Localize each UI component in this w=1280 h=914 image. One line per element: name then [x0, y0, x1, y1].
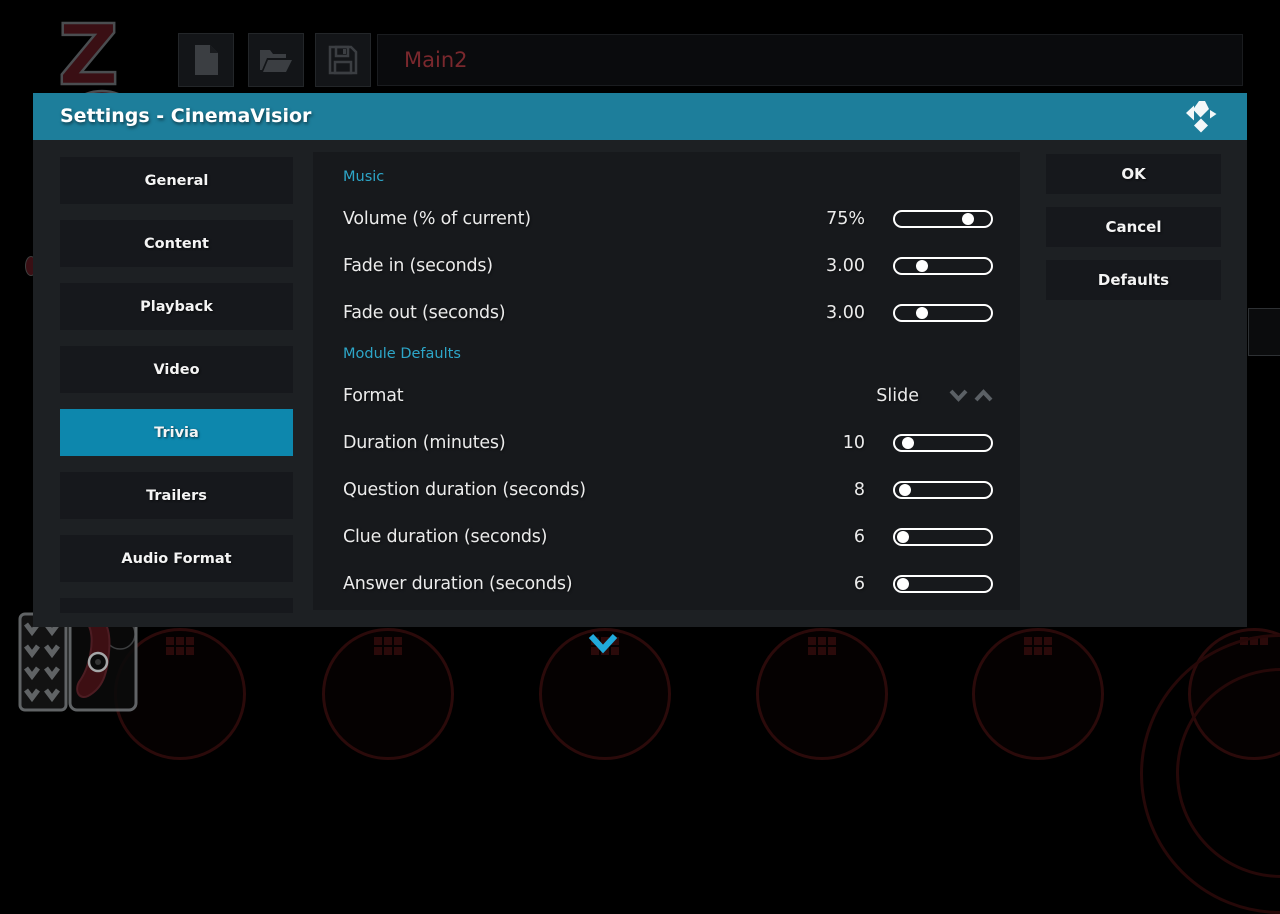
kodi-logo-icon: [1185, 100, 1221, 134]
fade-out-slider[interactable]: [893, 304, 993, 322]
film-reel-decoration: [756, 628, 888, 760]
fade-in-slider[interactable]: [893, 257, 993, 275]
open-folder-icon: [259, 46, 293, 74]
film-strip-decoration: [8, 612, 178, 720]
save-button-toolbar[interactable]: [315, 33, 371, 87]
sidebar-item-content[interactable]: Content: [60, 220, 293, 267]
chevron-up-icon[interactable]: [974, 389, 993, 402]
chevron-down-icon: [588, 632, 618, 656]
setting-row-question-duration[interactable]: Question duration (seconds) 8: [343, 466, 993, 513]
slider-knob[interactable]: [916, 260, 928, 272]
film-reel-decoration: [322, 628, 454, 760]
sidebar-item-trivia[interactable]: Trivia: [60, 409, 293, 456]
film-reel-decoration: [972, 628, 1104, 760]
sidebar-item-general[interactable]: General: [60, 157, 293, 204]
ok-button[interactable]: OK: [1046, 154, 1221, 194]
settings-dialog: Settings - CinemaVisior General Content …: [33, 93, 1247, 627]
setting-value: 8: [825, 480, 865, 500]
defaults-button[interactable]: Defaults: [1046, 260, 1221, 300]
category-list: General Content Playback Video Trivia Tr…: [60, 157, 293, 613]
setting-row-answer-duration[interactable]: Answer duration (seconds) 6: [343, 560, 993, 607]
section-label: Music: [343, 169, 384, 185]
setting-value: 3.00: [825, 256, 865, 276]
setting-row-clue-duration[interactable]: Clue duration (seconds) 6: [343, 513, 993, 560]
sidebar-item-video[interactable]: Video: [60, 346, 293, 393]
setting-row-fade-out[interactable]: Fade out (seconds) 3.00: [343, 289, 993, 336]
question-duration-slider[interactable]: [893, 481, 993, 499]
open-file-button[interactable]: [248, 33, 304, 87]
clue-duration-slider[interactable]: [893, 528, 993, 546]
setting-value: 6: [825, 527, 865, 547]
setting-row-fade-in[interactable]: Fade in (seconds) 3.00: [343, 242, 993, 289]
setting-row-duration[interactable]: Duration (minutes) 10: [343, 419, 993, 466]
setting-value: Slide: [876, 386, 919, 406]
chevron-down-icon[interactable]: [949, 389, 968, 402]
settings-panel: Music Volume (% of current) 75% Fade in …: [313, 152, 1020, 610]
slider-knob[interactable]: [916, 307, 928, 319]
sidebar-item-partial[interactable]: [60, 598, 293, 613]
dialog-title: Settings - CinemaVisior: [33, 93, 1247, 140]
slider-knob[interactable]: [962, 213, 974, 225]
setting-label: Fade out (seconds): [343, 303, 825, 323]
sidebar-item-audio-format[interactable]: Audio Format: [60, 535, 293, 582]
section-header-music: Music: [343, 159, 993, 195]
dialog-actions: OK Cancel Defaults: [1046, 154, 1221, 313]
section-header-module-defaults: Module Defaults: [343, 336, 993, 372]
slider-knob[interactable]: [902, 437, 914, 449]
dialog-header: Settings - CinemaVisior: [33, 93, 1247, 140]
setting-label: Clue duration (seconds): [343, 527, 825, 547]
setting-value: 6: [825, 574, 865, 594]
setting-label: Answer duration (seconds): [343, 574, 825, 594]
new-file-button[interactable]: [178, 33, 234, 87]
slider-knob[interactable]: [899, 484, 911, 496]
volume-slider[interactable]: [893, 210, 993, 228]
setting-value: 10: [825, 433, 865, 453]
format-select[interactable]: [949, 389, 993, 402]
setting-row-volume[interactable]: Volume (% of current) 75%: [343, 195, 993, 242]
setting-label: Duration (minutes): [343, 433, 825, 453]
setting-value: 75%: [825, 209, 865, 229]
setting-label: Format: [343, 386, 876, 406]
svg-text:Z: Z: [58, 6, 119, 102]
slider-knob[interactable]: [897, 578, 909, 590]
setting-label: Fade in (seconds): [343, 256, 825, 276]
setting-row-format[interactable]: Format Slide: [343, 372, 993, 419]
save-icon: [328, 45, 358, 75]
background-panel-fragment: [1248, 308, 1280, 356]
setting-value: 3.00: [825, 303, 865, 323]
cancel-button[interactable]: Cancel: [1046, 207, 1221, 247]
slider-knob[interactable]: [897, 531, 909, 543]
sequence-name-field[interactable]: Main2: [377, 34, 1243, 86]
sidebar-item-trailers[interactable]: Trailers: [60, 472, 293, 519]
answer-duration-slider[interactable]: [893, 575, 993, 593]
section-label: Module Defaults: [343, 346, 461, 362]
scroll-down-button[interactable]: [588, 632, 618, 660]
new-file-icon: [191, 44, 221, 76]
sidebar-item-playback[interactable]: Playback: [60, 283, 293, 330]
setting-label: Volume (% of current): [343, 209, 825, 229]
setting-label: Question duration (seconds): [343, 480, 825, 500]
duration-slider[interactable]: [893, 434, 993, 452]
background-app-logo: Z: [50, 6, 160, 102]
